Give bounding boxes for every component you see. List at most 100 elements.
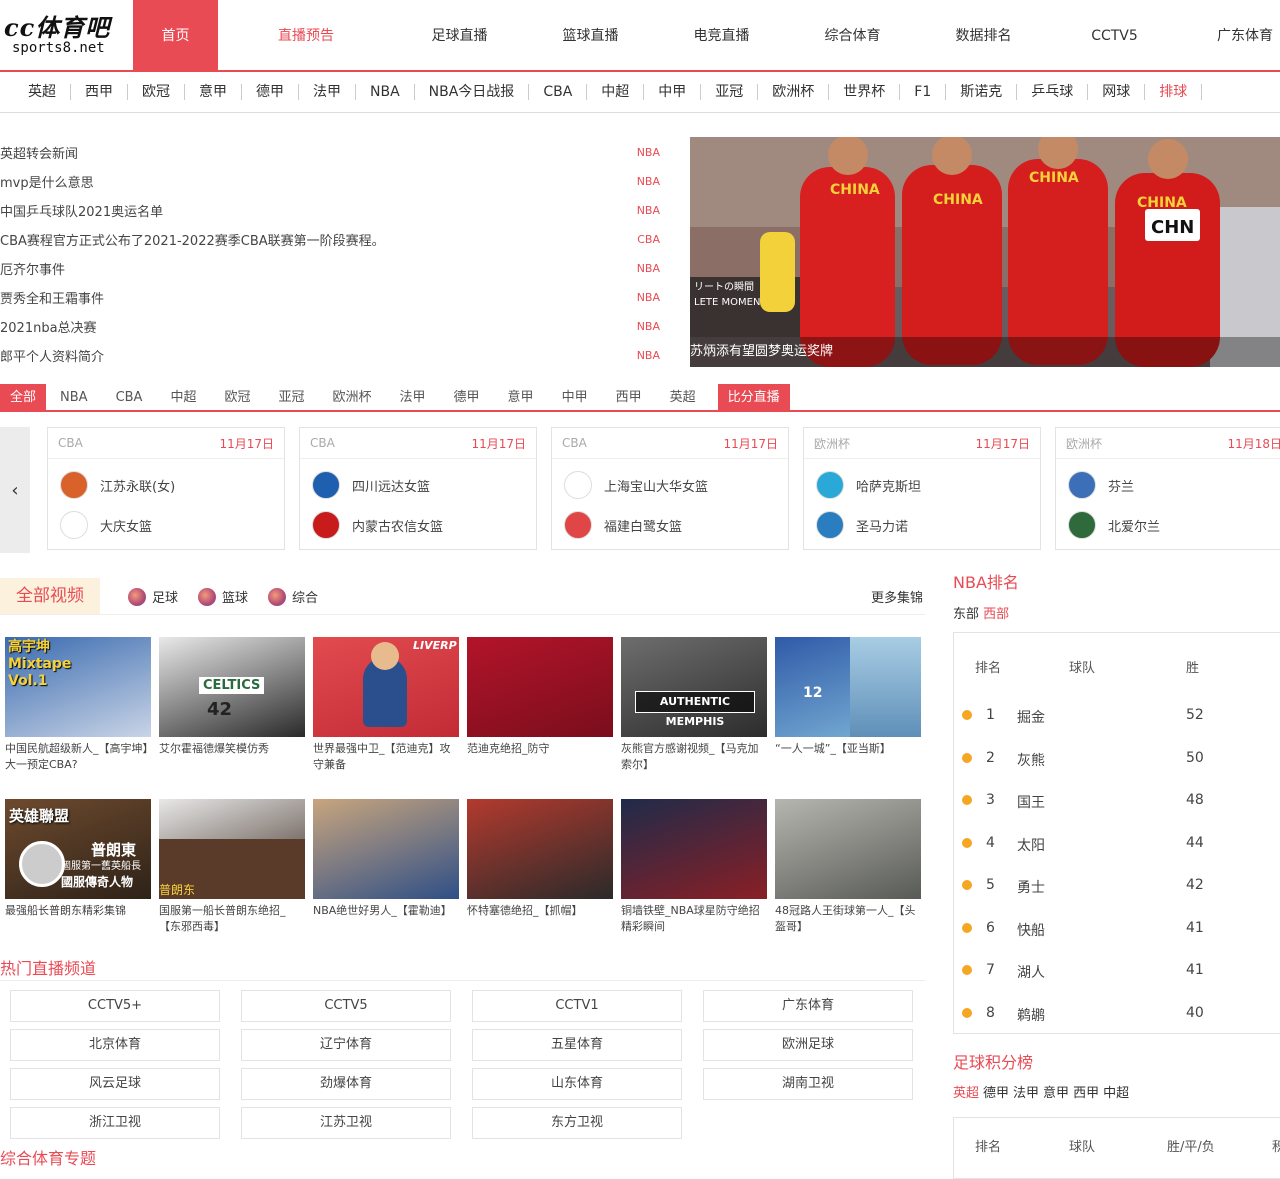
nav-item-home[interactable]: 首页 — [133, 0, 218, 70]
subnav-item[interactable]: NBA — [356, 84, 415, 100]
video-caption[interactable]: 艾尔霍福德爆笑模仿秀 — [159, 741, 305, 773]
rank-row[interactable]: 3 国王 48 — [954, 780, 1280, 822]
video-item[interactable]: NBA绝世好男人_【霍勒迪】 — [313, 799, 459, 935]
match-card[interactable]: CBA 11月17日 四川远达女篮 内蒙古农信女篮 — [299, 427, 537, 550]
league-tab[interactable]: 法甲 — [386, 384, 440, 410]
video-item[interactable]: 48冠路人王街球第一人_【头盔哥】 — [775, 799, 921, 935]
video-item[interactable]: LIVERP 世界最强中卫_【范迪克】攻守兼备 — [313, 637, 459, 773]
video-caption[interactable]: 灰熊官方感谢视频_【马克加索尔】 — [621, 741, 767, 773]
channel-button[interactable]: 东方卫视 — [472, 1107, 682, 1139]
match-card[interactable]: 欧洲杯 11月17日 哈萨克斯坦 圣马力诺 — [803, 427, 1041, 550]
channel-button[interactable]: 欧洲足球 — [703, 1029, 913, 1061]
video-caption[interactable]: 怀特塞德绝招_【抓帽】 — [467, 903, 613, 935]
video-item[interactable]: 英雄聯盟 普朗東 國服第一舊英船長 國服傳奇人物最强船长普朗东精彩集锦 — [5, 799, 151, 935]
video-caption[interactable]: 中国民航超级新人_【高宇坤】大一预定CBA? — [5, 741, 151, 773]
video-item[interactable]: CELTICS 42 艾尔霍福德爆笑模仿秀 — [159, 637, 305, 773]
video-cat-general[interactable]: 综合 — [268, 587, 318, 606]
news-title[interactable]: 2021nba总决赛 — [0, 317, 97, 336]
news-item[interactable]: 厄齐尔事件 NBA — [0, 254, 665, 283]
nav-item-sports[interactable]: 综合体育 — [787, 0, 918, 70]
video-caption[interactable]: NBA绝世好男人_【霍勒迪】 — [313, 903, 459, 935]
tab-east[interactable]: 东部 — [953, 607, 979, 622]
league-tab[interactable]: 德甲 — [440, 384, 494, 410]
subnav-item[interactable]: 排球 — [1145, 84, 1203, 100]
video-thumbnail[interactable]: 高宇坤 Mixtape Vol.1 — [5, 637, 151, 737]
video-cat-basketball[interactable]: 篮球 — [198, 587, 248, 606]
home-team[interactable]: 江苏永联(女) — [48, 465, 284, 505]
nav-item-guangdong[interactable]: 广东体育 — [1180, 0, 1280, 70]
match-card[interactable]: CBA 11月17日 江苏永联(女) 大庆女篮 — [47, 427, 285, 550]
rank-row[interactable]: 2 灰熊 50 — [954, 738, 1280, 780]
video-thumbnail[interactable] — [621, 799, 767, 899]
subnav-item[interactable]: 中甲 — [644, 84, 702, 100]
video-item[interactable]: 铜墙铁壁_NBA球星防守绝招精彩瞬间 — [621, 799, 767, 935]
video-thumbnail[interactable] — [313, 799, 459, 899]
subnav-item[interactable]: 英超 — [0, 84, 71, 100]
rank-row[interactable]: 8 鹈鹕 40 — [954, 993, 1280, 1035]
subnav-item[interactable]: 中超 — [587, 84, 645, 100]
subnav-item[interactable]: 斯诺克 — [946, 84, 1018, 100]
home-team[interactable]: 芬兰 — [1056, 465, 1280, 505]
video-thumbnail[interactable]: 12 — [775, 637, 921, 737]
soccer-league-tab[interactable]: 中超 — [1103, 1086, 1129, 1101]
video-caption[interactable]: 范迪克绝招_防守 — [467, 741, 613, 773]
video-item[interactable]: 普朗东国服第一船长普朗东绝招_【东邪西毒】 — [159, 799, 305, 935]
subnav-item[interactable]: F1 — [900, 84, 947, 100]
video-thumbnail[interactable]: LIVERP — [313, 637, 459, 737]
subnav-item[interactable]: 法甲 — [299, 84, 356, 100]
video-item[interactable]: AUTHENTIC MEMPHIS 灰熊官方感谢视频_【马克加索尔】 — [621, 637, 767, 773]
away-team[interactable]: 圣马力诺 — [804, 505, 1040, 545]
rank-row[interactable]: 5 勇士 42 — [954, 865, 1280, 907]
league-tab[interactable]: 意甲 — [494, 384, 548, 410]
news-title[interactable]: 中国乒乓球队2021奥运名单 — [0, 201, 163, 220]
video-caption[interactable]: “一人一城”_【亚当斯】 — [775, 741, 921, 773]
match-card[interactable]: 欧洲杯 11月18日 芬兰 北爱尔兰 — [1055, 427, 1280, 550]
channel-button[interactable]: 劲爆体育 — [241, 1068, 451, 1100]
channel-button[interactable]: 北京体育 — [10, 1029, 220, 1061]
video-thumbnail[interactable]: 普朗东 — [159, 799, 305, 899]
nav-item-football-live[interactable]: 足球直播 — [394, 0, 525, 70]
channel-button[interactable]: CCTV1 — [472, 990, 682, 1022]
video-caption[interactable]: 最强船长普朗东精彩集锦 — [5, 903, 151, 935]
nav-item-esports-live[interactable]: 电竞直播 — [656, 0, 787, 70]
news-title[interactable]: 英超转会新闻 — [0, 143, 78, 162]
rank-row[interactable]: 6 快船 41 — [954, 908, 1280, 950]
channel-button[interactable]: CCTV5 — [241, 990, 451, 1022]
rank-row[interactable]: 4 太阳 44 — [954, 823, 1280, 865]
channel-button[interactable]: 辽宁体育 — [241, 1029, 451, 1061]
soccer-league-tab[interactable]: 英超 — [953, 1086, 979, 1101]
channel-button[interactable]: 江苏卫视 — [241, 1107, 451, 1139]
away-team[interactable]: 北爱尔兰 — [1056, 505, 1280, 545]
league-tab[interactable]: 全部 — [0, 384, 47, 410]
subnav-item[interactable]: 德甲 — [242, 84, 299, 100]
video-cat-football[interactable]: 足球 — [128, 587, 178, 606]
league-tab[interactable]: 比分直播 — [717, 384, 790, 410]
subnav-item[interactable]: 网球 — [1088, 84, 1146, 100]
league-tab[interactable]: 英超 — [656, 384, 710, 410]
away-team[interactable]: 大庆女篮 — [48, 505, 284, 545]
tab-west[interactable]: 西部 — [983, 607, 1009, 622]
subnav-item[interactable]: 世界杯 — [829, 84, 901, 100]
video-caption[interactable]: 国服第一船长普朗东绝招_【东邪西毒】 — [159, 903, 305, 935]
channel-button[interactable]: 风云足球 — [10, 1068, 220, 1100]
news-item[interactable]: 2021nba总决赛 NBA — [0, 312, 665, 341]
league-tab[interactable]: 欧洲杯 — [319, 384, 386, 410]
news-title[interactable]: 厄齐尔事件 — [0, 259, 65, 278]
video-thumbnail[interactable]: 英雄聯盟 普朗東 國服第一舊英船長 國服傳奇人物 — [5, 799, 151, 899]
subnav-item[interactable]: 欧洲杯 — [758, 84, 830, 100]
news-title[interactable]: CBA赛程官方正式公布了2021-2022赛季CBA联赛第一阶段赛程。 — [0, 230, 385, 249]
away-team[interactable]: 内蒙古农信女篮 — [300, 505, 536, 545]
soccer-league-tab[interactable]: 德甲 — [983, 1086, 1009, 1101]
news-item[interactable]: mvp是什么意思 NBA — [0, 167, 665, 196]
league-tab[interactable]: NBA — [46, 384, 102, 410]
league-tab[interactable]: 中甲 — [548, 384, 602, 410]
match-card[interactable]: CBA 11月17日 上海宝山大华女篮 福建白鹭女篮 — [551, 427, 789, 550]
video-item[interactable]: 范迪克绝招_防守 — [467, 637, 613, 773]
banner-caption[interactable]: 苏炳添有望圆梦奥运奖牌 — [690, 337, 1280, 367]
news-title[interactable]: 贾秀全和王霜事件 — [0, 288, 104, 307]
nav-item-cctv5[interactable]: CCTV5 — [1049, 0, 1180, 70]
video-thumbnail[interactable] — [775, 799, 921, 899]
news-item[interactable]: CBA赛程官方正式公布了2021-2022赛季CBA联赛第一阶段赛程。 CBA — [0, 225, 665, 254]
rank-row[interactable]: 7 湖人 41 — [954, 950, 1280, 992]
rank-row[interactable]: 1 掘金 52 — [954, 695, 1280, 737]
